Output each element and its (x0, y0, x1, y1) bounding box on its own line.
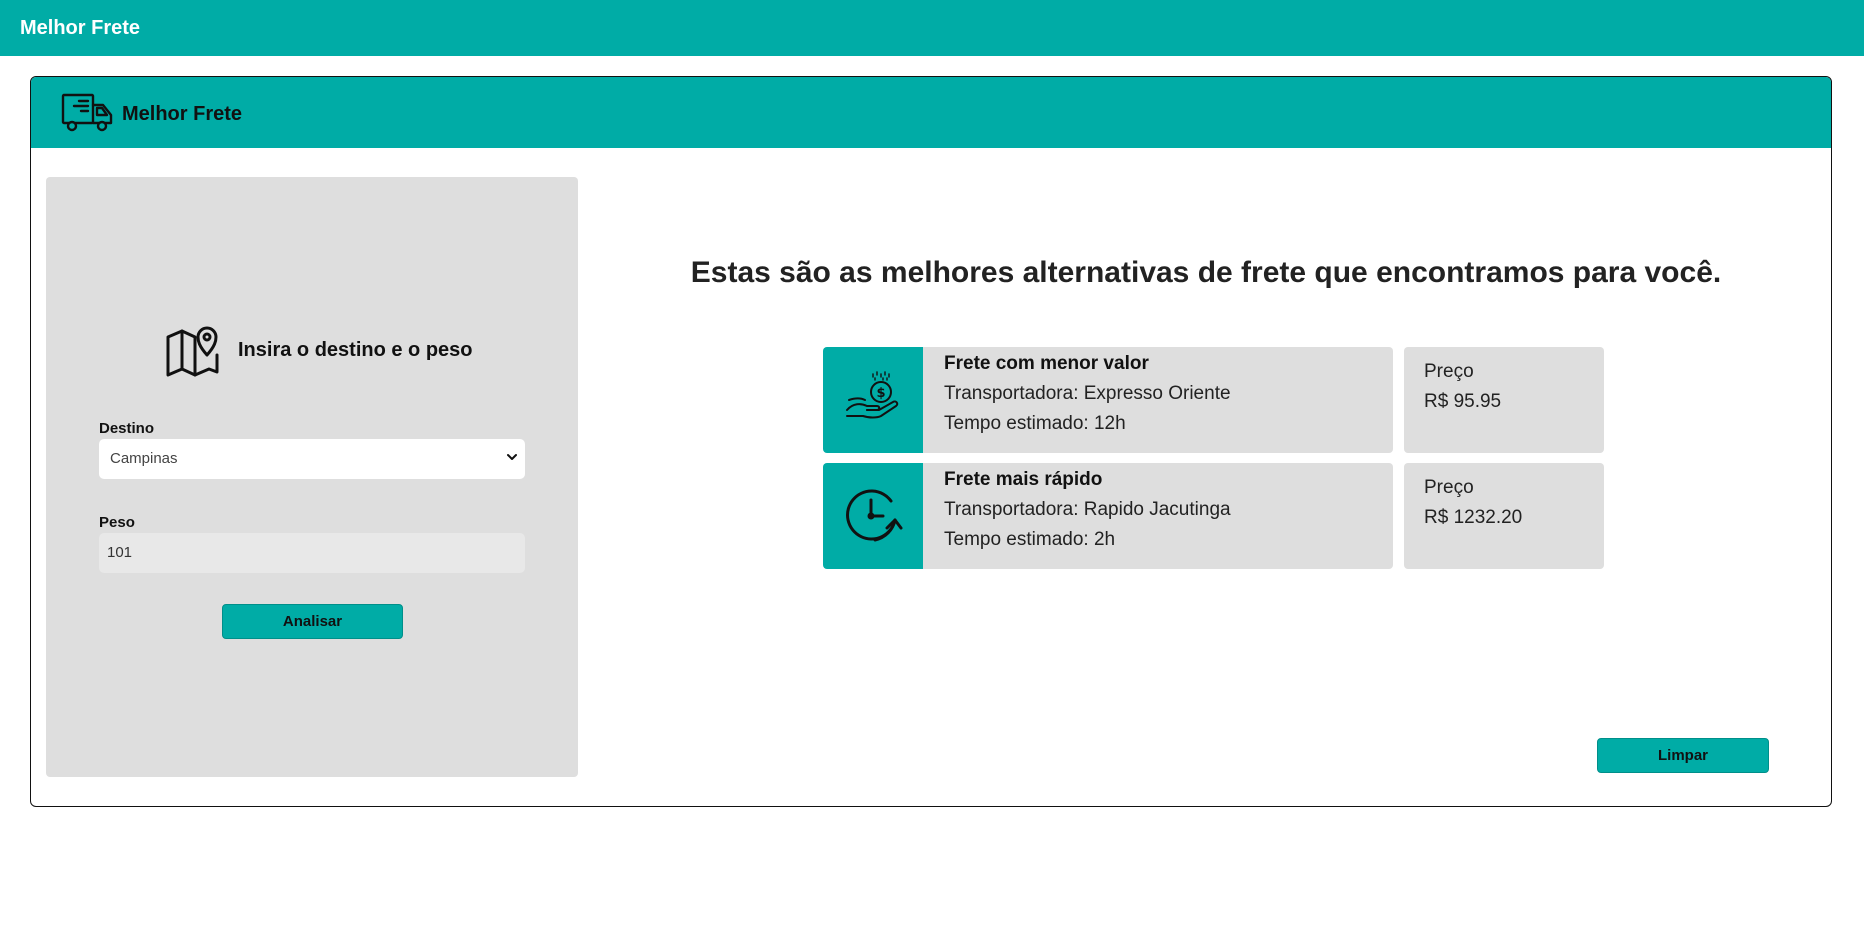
option-info: Frete com menor valor Transportadora: Ex… (923, 347, 1393, 453)
option-carrier: Transportadora: Expresso Oriente (944, 383, 1231, 404)
option-time: Tempo estimado: 12h (944, 413, 1126, 434)
option-time: Tempo estimado: 2h (944, 529, 1116, 550)
top-navbar: Melhor Frete (0, 0, 1864, 56)
option-price-box: Preço R$ 95.95 (1404, 347, 1604, 453)
option-price-box: Preço R$ 1232.20 (1404, 463, 1604, 569)
option-icon-box: $ (823, 347, 923, 453)
money-hand-icon: $ (846, 371, 899, 419)
card-title: Melhor Frete (122, 103, 243, 125)
peso-value: 101 (107, 544, 133, 561)
svg-text:$: $ (876, 386, 885, 401)
price-label: Preço (1424, 361, 1474, 382)
option-title: Frete com menor valor (944, 353, 1149, 374)
option-carrier: Transportadora: Rapido Jacutinga (944, 499, 1231, 520)
truck-icon (61, 93, 113, 132)
form-heading-label: Insira o destino e o peso (238, 339, 473, 361)
peso-label: Peso (99, 514, 135, 531)
price-label: Preço (1424, 477, 1474, 498)
destino-selected-value: Campinas (110, 450, 178, 467)
main-card: Melhor Frete Insira o destino e o peso D… (30, 76, 1832, 807)
option-info: Frete mais rápido Transportadora: Rapido… (923, 463, 1393, 569)
form-heading: Insira o destino e o peso (46, 323, 578, 379)
option-title: Frete mais rápido (944, 469, 1103, 490)
clock-icon (846, 489, 903, 542)
option-icon-box (823, 463, 923, 569)
limpar-button[interactable]: Limpar (1597, 738, 1769, 773)
form-panel: Insira o destino e o peso Destino Campin… (46, 177, 578, 777)
peso-input[interactable]: 101 (99, 533, 525, 573)
results-heading: Estas são as melhores alternativas de fr… (690, 256, 1722, 289)
price-value: R$ 95.95 (1424, 391, 1502, 412)
navbar-brand[interactable]: Melhor Frete (20, 17, 140, 40)
card-header: Melhor Frete (31, 77, 1831, 148)
freight-option-cheapest: $ Frete com menor valor Transportadora: … (823, 347, 1605, 453)
chevron-down-icon (507, 454, 517, 460)
destino-label: Destino (99, 420, 155, 437)
destino-select[interactable]: Campinas (99, 439, 525, 479)
analisar-button[interactable]: Analisar (222, 604, 403, 639)
map-pin-icon (166, 326, 219, 377)
freight-option-fastest: Frete mais rápido Transportadora: Rapido… (823, 463, 1605, 569)
price-value: R$ 1232.20 (1424, 507, 1523, 528)
